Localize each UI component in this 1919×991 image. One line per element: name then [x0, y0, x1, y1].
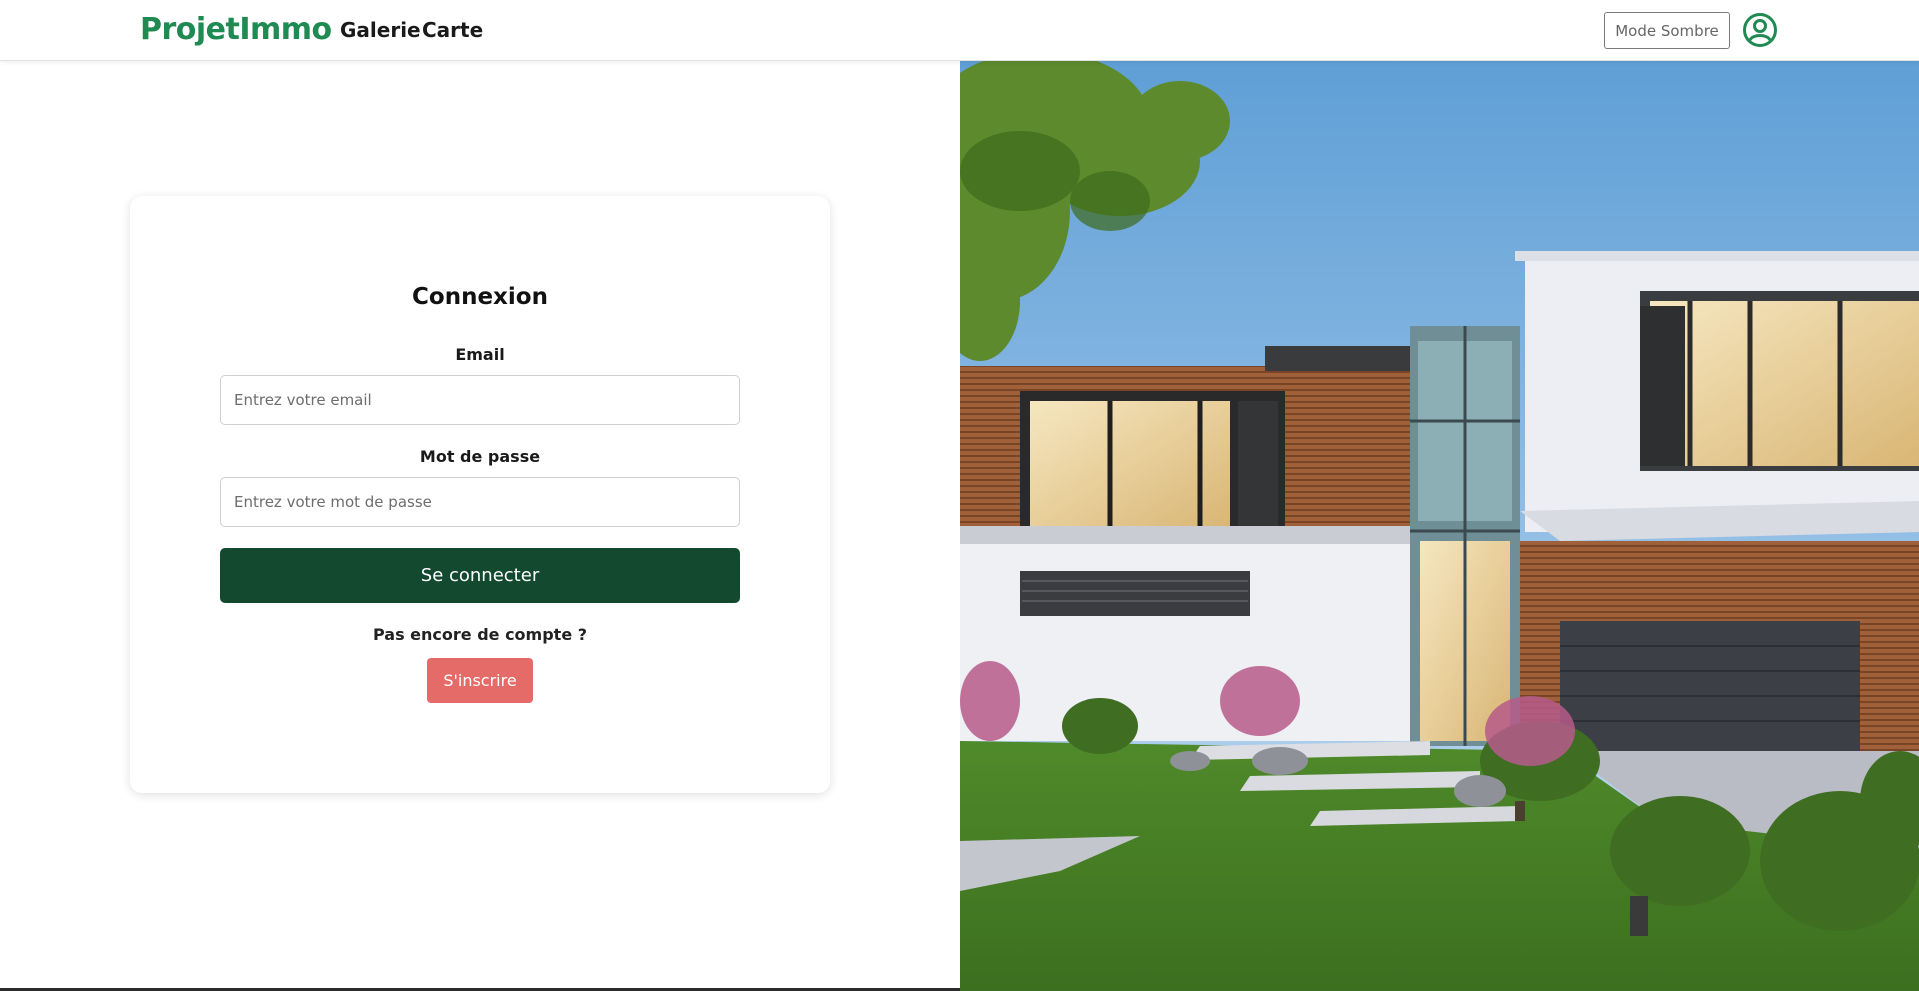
email-label: Email — [455, 345, 505, 364]
hero-image — [960, 61, 1919, 991]
no-account-text: Pas encore de compte ? — [372, 625, 588, 644]
password-input[interactable] — [220, 477, 740, 527]
modern-house-photo — [960, 61, 1919, 991]
signup-button[interactable]: S'inscrire — [427, 658, 533, 703]
dark-mode-button[interactable]: Mode Sombre — [1604, 12, 1730, 49]
login-submit-button[interactable]: Se connecter — [220, 548, 740, 603]
login-card: Connexion Email Mot de passe Se connecte… — [130, 196, 830, 793]
brand-logo[interactable]: ProjetImmo — [140, 12, 332, 47]
login-title: Connexion — [412, 284, 548, 310]
top-navbar: ProjetImmo Galerie Carte Mode Sombre — [0, 0, 1919, 61]
email-input[interactable] — [220, 375, 740, 425]
login-panel: Connexion Email Mot de passe Se connecte… — [0, 61, 960, 991]
password-label: Mot de passe — [419, 447, 541, 466]
nav-link-carte[interactable]: Carte — [422, 18, 483, 42]
nav-link-galerie[interactable]: Galerie — [340, 18, 421, 42]
user-circle-icon[interactable] — [1742, 12, 1778, 48]
